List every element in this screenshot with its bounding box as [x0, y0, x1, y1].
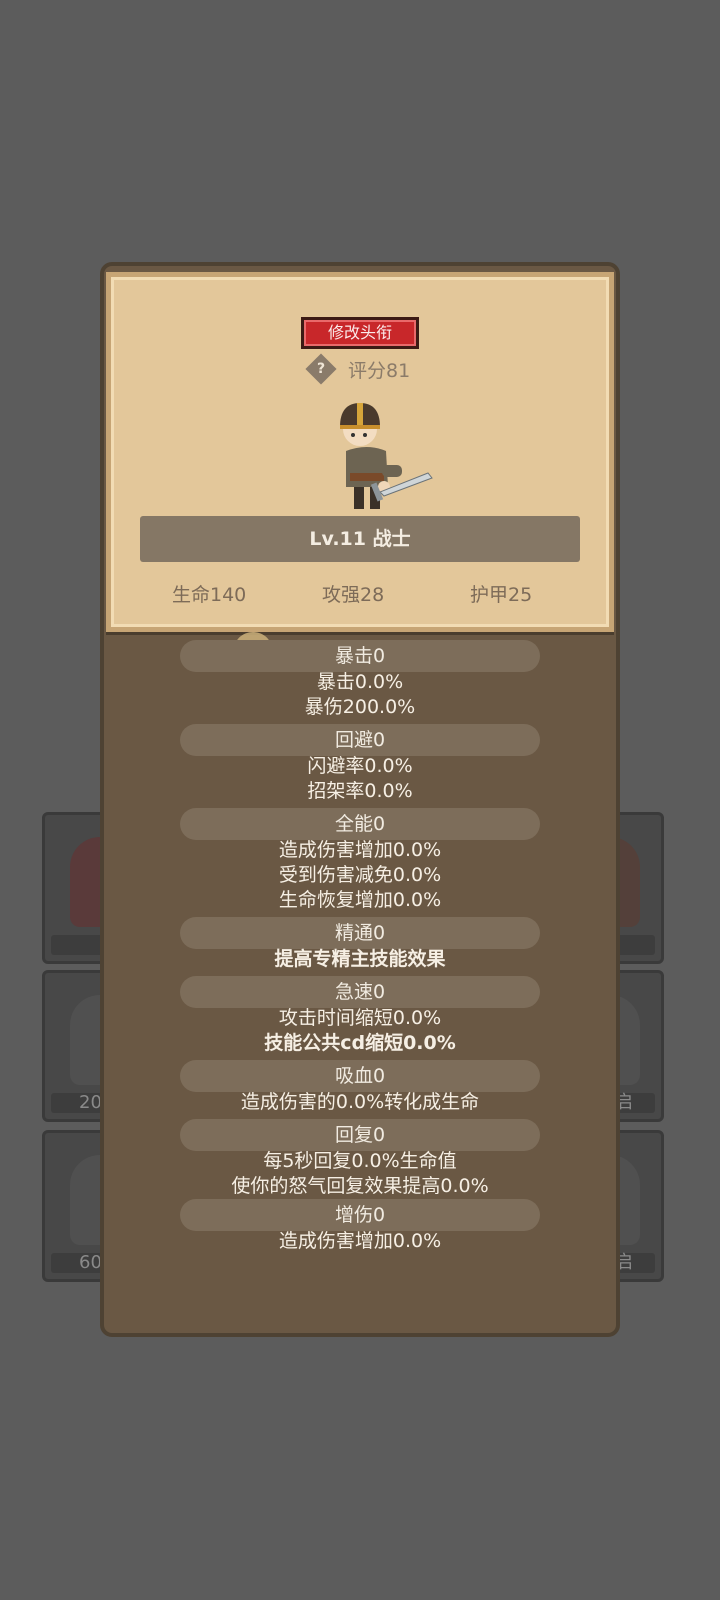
attribute-regen-line: 每5秒回复0.0%生命值	[263, 1150, 457, 1172]
bg-slot-label: 60	[79, 1252, 102, 1273]
attribute-mastery-header: 精通0	[180, 917, 540, 949]
attribute-crit-line: 暴击0.0%	[316, 671, 404, 693]
attribute-crit-header: 暴击0	[180, 640, 540, 672]
attribute-dodge-line: 招架率0.0%	[307, 780, 413, 802]
score-label: 评分81	[348, 359, 411, 382]
bg-slot-label: 20	[79, 1092, 102, 1113]
attribute-haste-line: 技能公共cd缩短0.0%	[264, 1032, 456, 1054]
attribute-haste-line: 攻击时间缩短0.0%	[278, 1007, 442, 1029]
attribute-regen-line: 使你的怒气回复效果提高0.0%	[231, 1175, 489, 1197]
attribute-dodge-line: 闪避率0.0%	[307, 755, 413, 777]
attribute-dodge-header: 回避0	[180, 724, 540, 756]
stat-armor: 护甲25	[470, 584, 533, 606]
attribute-leech-header: 吸血0	[180, 1060, 540, 1092]
attribute-damage-up-line: 造成伤害增加0.0%	[278, 1230, 442, 1252]
attribute-leech-line: 造成伤害的0.0%转化成生命	[240, 1091, 480, 1113]
attribute-regen-header: 回复0	[180, 1119, 540, 1151]
stat-hp: 生命140	[172, 584, 247, 606]
attribute-versatility-line: 受到伤害减免0.0%	[278, 864, 442, 886]
stat-attack: 攻强28	[322, 584, 385, 606]
attribute-crit-line: 暴伤200.0%	[304, 696, 416, 718]
warrior-character-icon	[340, 403, 433, 509]
edit-title-button[interactable]: 修改头衔	[301, 317, 419, 349]
attribute-mastery-line: 提高专精主技能效果	[274, 948, 446, 970]
attribute-versatility-line: 生命恢复增加0.0%	[278, 889, 442, 911]
score-row: ? 评分81	[305, 353, 411, 385]
attribute-haste-header: 急速0	[180, 976, 540, 1008]
screen: 20 60 启 启 修改头衔 ? 评分81 Lv.11 战士 生命140 攻强2…	[0, 0, 720, 1600]
hero-level-bar: Lv.11 战士	[140, 516, 580, 562]
attribute-versatility-line: 造成伤害增加0.0%	[278, 839, 442, 861]
attribute-damage-up-header: 增伤0	[180, 1199, 540, 1231]
help-icon[interactable]: ?	[305, 353, 337, 385]
attribute-versatility-header: 全能0	[180, 808, 540, 840]
